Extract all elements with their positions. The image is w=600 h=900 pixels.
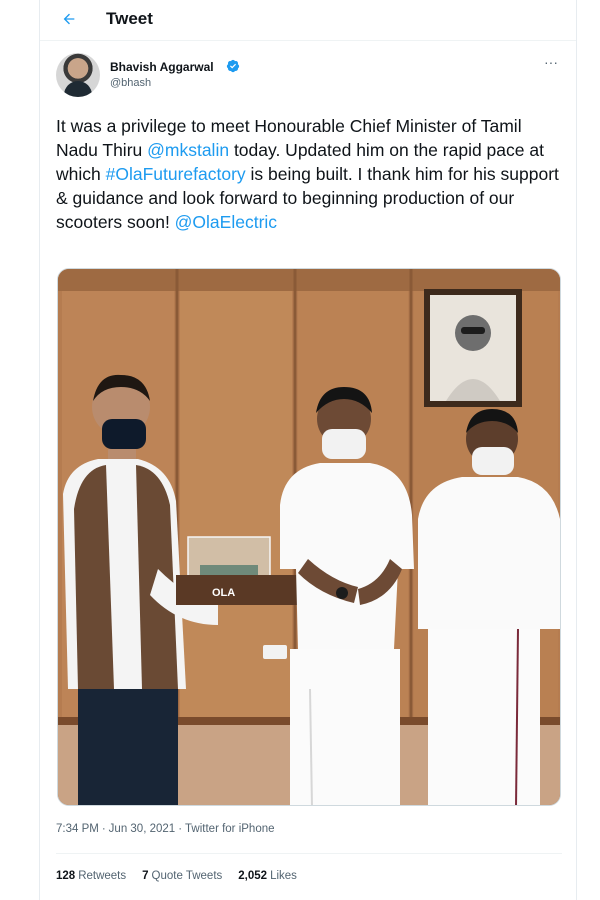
likes-label: Likes [270,870,297,882]
tweet-stats: 128 Retweets 7 Quote Tweets 2,052 Likes [56,870,313,882]
retweets-stat[interactable]: 128 Retweets [56,870,126,882]
page: Tweet Bhavish Aggarwal @bhash ··· It was… [0,0,600,900]
tweet-time[interactable]: 7:34 PM [56,823,99,835]
mention-link[interactable]: @OlaElectric [175,212,277,232]
back-button[interactable] [56,6,82,32]
tweet-text: It was a privilege to meet Honourable Ch… [56,114,566,234]
retweets-label: Retweets [78,870,127,882]
more-dots-icon[interactable]: ··· [540,55,562,73]
author-row: Bhavish Aggarwal @bhash ··· [56,53,562,99]
meta-separator: · [178,823,183,835]
verified-badge-icon [226,59,240,73]
hashtag-link[interactable]: #OlaFuturefactory [106,164,246,184]
meta-separator: · [101,823,106,835]
author-handle[interactable]: @bhash [110,77,151,89]
page-title: Tweet [106,9,153,28]
divider [56,853,562,854]
mention-link[interactable]: @mkstalin [147,140,229,160]
tweet-photo[interactable]: OLA [57,268,561,806]
arrow-left-icon [63,13,75,25]
retweets-count: 128 [56,870,76,882]
author-name[interactable]: Bhavish Aggarwal [110,60,214,74]
quote-tweets-label: Quote Tweets [151,870,223,882]
quote-tweets-count: 7 [142,870,149,882]
tweet-meta: 7:34 PM · Jun 30, 2021 · Twitter for iPhone [56,823,275,835]
tweet-date[interactable]: Jun 30, 2021 [109,823,176,835]
photo-illustration: OLA [58,269,560,805]
likes-stat[interactable]: 2,052 Likes [238,870,297,882]
header: Tweet [40,0,576,41]
tweet-column: Tweet Bhavish Aggarwal @bhash ··· It was… [39,0,577,900]
avatar[interactable] [56,53,100,97]
tweet-source[interactable]: Twitter for iPhone [185,823,274,835]
likes-count: 2,052 [238,870,268,882]
quote-tweets-stat[interactable]: 7 Quote Tweets [142,870,222,882]
ola-box-label: OLA [212,587,235,599]
